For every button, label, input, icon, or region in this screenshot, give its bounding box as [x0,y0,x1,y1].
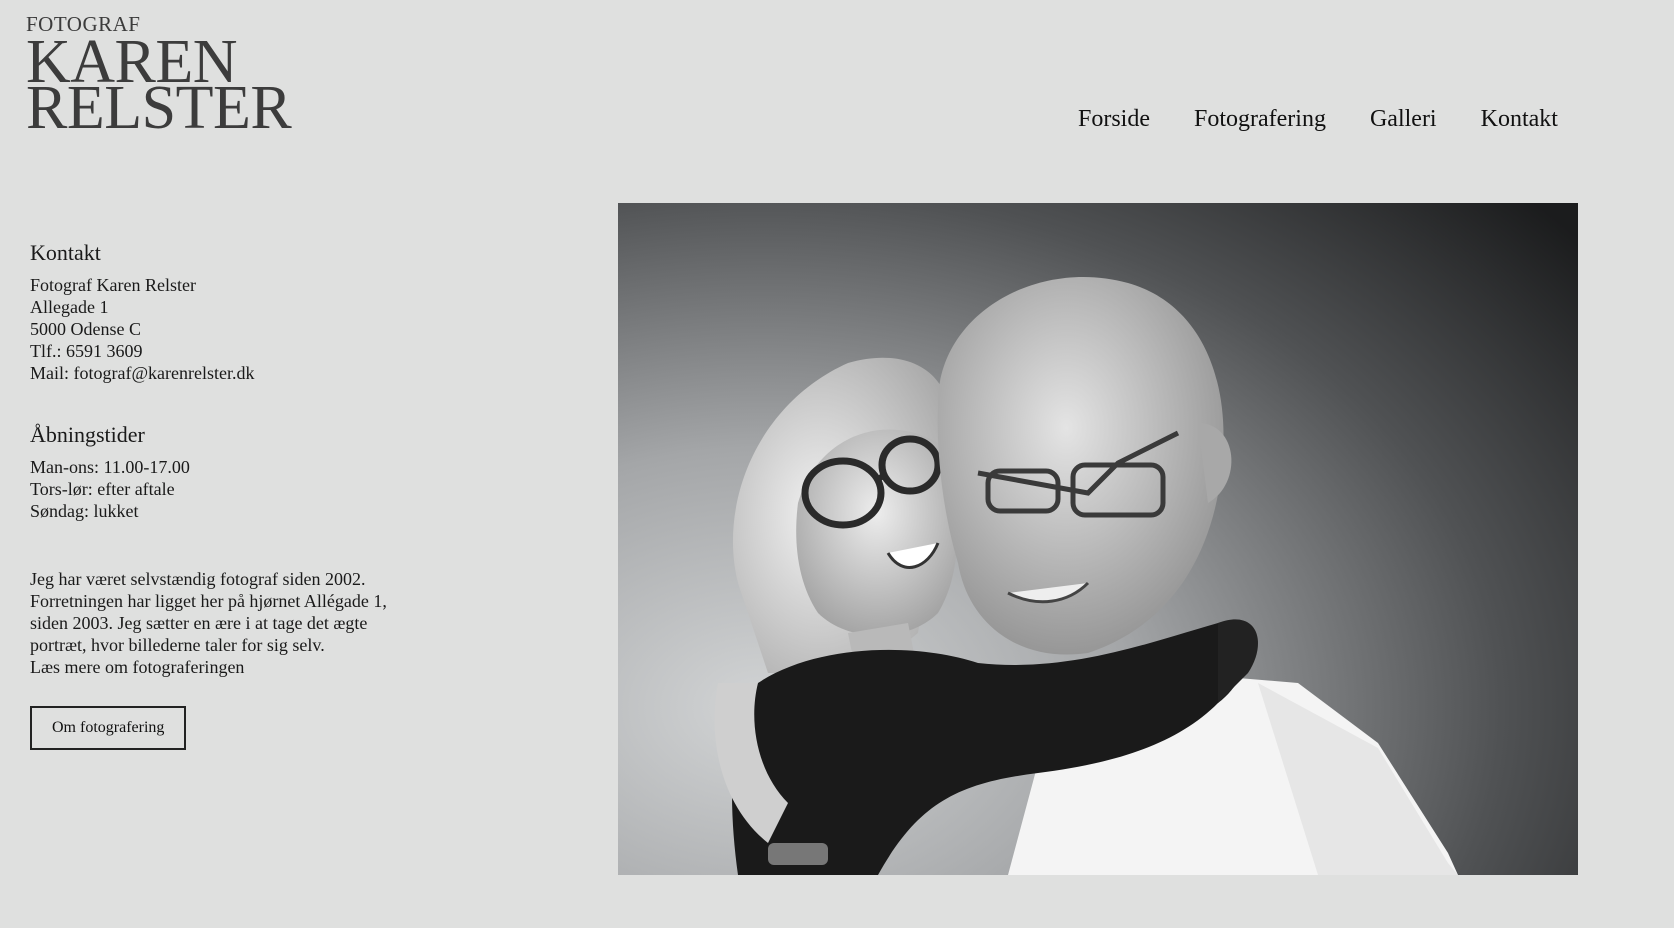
contact-street: Allegade 1 [30,297,109,317]
about-text: portræt, hvor billederne taler for sig s… [30,635,325,655]
info-column: Kontakt Fotograf Karen Relster Allegade … [30,240,470,750]
contact-name: Fotograf Karen Relster [30,275,196,295]
logo-last-name: RELSTER [26,74,292,142]
nav-item-kontakt[interactable]: Kontakt [1481,106,1558,133]
about-block: Jeg har været selvstændig fotograf siden… [30,568,470,750]
contact-mail[interactable]: Mail: fotograf@karenrelster.dk [30,362,470,384]
about-photography-button[interactable]: Om fotografering [30,706,187,750]
portrait-photo-icon [618,203,1578,875]
hero-photo [618,203,1578,875]
hours-line: Man-ons: 11.00-17.00 [30,457,190,477]
about-text: Jeg har været selvstændig fotograf siden… [30,569,366,589]
nav-item-fotografering[interactable]: Fotografering [1194,106,1326,133]
read-more-link[interactable]: Læs mere om fotograferingen [30,656,470,678]
nav-item-galleri[interactable]: Galleri [1370,106,1437,133]
contact-block: Kontakt Fotograf Karen Relster Allegade … [30,240,470,384]
page: FOTOGRAF KAREN RELSTER Forside Fotografe… [0,0,1674,928]
about-text: Forretningen har ligget her på hjørnet A… [30,591,387,611]
hours-heading: Åbningstider [30,422,145,447]
main-nav: Forside Fotografering Galleri Kontakt [1078,106,1558,133]
hours-line: Tors-lør: efter aftale [30,479,175,499]
about-text: siden 2003. Jeg sætter en ære i at tage … [30,613,368,633]
contact-heading: Kontakt [30,240,101,265]
hours-line: Søndag: lukket [30,501,139,521]
contact-phone: Tlf.: 6591 3609 [30,341,143,361]
contact-city: 5000 Odense C [30,319,141,339]
nav-item-forside[interactable]: Forside [1078,106,1150,133]
hours-block: Åbningstider Man-ons: 11.00-17.00 Tors-l… [30,422,470,522]
site-logo[interactable]: FOTOGRAF KAREN RELSTER [26,14,292,142]
